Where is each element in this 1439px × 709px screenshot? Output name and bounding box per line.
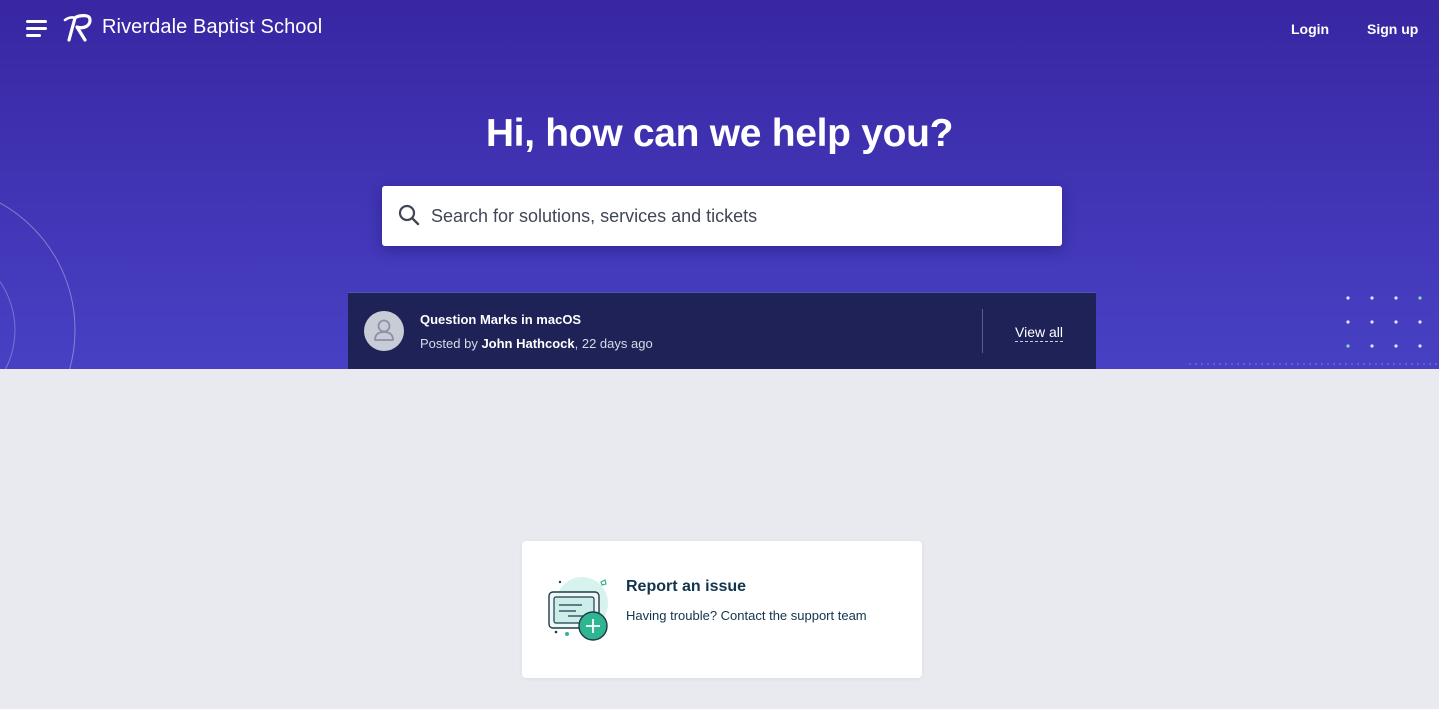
decorative-dot [1418, 344, 1422, 348]
decorative-dot [1346, 344, 1350, 348]
decorative-dot [1375, 363, 1377, 365]
decorative-dot [1267, 363, 1269, 365]
signup-link[interactable]: Sign up [1367, 21, 1418, 37]
decorative-dot [1405, 363, 1407, 365]
decorative-dot [1291, 363, 1293, 365]
search-input[interactable] [431, 186, 1051, 246]
hero-banner: Riverdale Baptist School Login Sign up H… [0, 0, 1439, 369]
decorative-dot [1237, 363, 1239, 365]
decorative-dot [1189, 363, 1191, 365]
login-link[interactable]: Login [1291, 21, 1329, 37]
author-name: John Hathcock [481, 336, 575, 351]
decorative-dot [1370, 296, 1374, 300]
decorative-dot [1393, 363, 1395, 365]
decorative-dot [1346, 320, 1350, 324]
decorative-dot [1399, 363, 1401, 365]
decorative-dot [1309, 363, 1311, 365]
posted-time: , 22 days ago [574, 336, 653, 351]
hamburger-menu-icon[interactable] [26, 20, 50, 38]
decorative-dot [1429, 363, 1431, 365]
divider [982, 309, 983, 353]
view-all-link[interactable]: View all [1015, 324, 1063, 342]
decorative-dot [1333, 363, 1335, 365]
dot-grid [1189, 296, 1437, 365]
decorative-dot [1387, 363, 1389, 365]
decorative-dot [1345, 363, 1347, 365]
decorative-dot [1213, 363, 1215, 365]
decorative-dot [1418, 320, 1422, 324]
riverdale-r-logo-icon[interactable] [63, 14, 93, 42]
brand-name[interactable]: Riverdale Baptist School [102, 16, 322, 39]
decorative-dot [1363, 363, 1365, 365]
decorative-dot [1370, 344, 1374, 348]
ticket-add-icon [548, 577, 608, 641]
decorative-dot [1394, 344, 1398, 348]
search-icon [398, 204, 420, 226]
decorative-dot [1435, 363, 1437, 365]
decorative-dot [1321, 363, 1323, 365]
decorative-dot [1225, 363, 1227, 365]
decorative-dot [1423, 363, 1425, 365]
card-description: Having trouble? Contact the support team [626, 608, 867, 623]
decorative-dot [1339, 363, 1341, 365]
top-navigation: Riverdale Baptist School Login Sign up [0, 0, 1439, 58]
decorative-dot [1231, 363, 1233, 365]
announcement-meta: Posted by John Hathcock, 22 days ago [420, 336, 653, 351]
decorative-dot [1285, 363, 1287, 365]
decorative-dot [1297, 363, 1299, 365]
decorative-dot [1201, 363, 1203, 365]
decorative-dot [1394, 320, 1398, 324]
decorative-dot [1261, 363, 1263, 365]
decorative-dot [1273, 363, 1275, 365]
decorative-dot [1369, 363, 1371, 365]
search-box[interactable] [382, 186, 1062, 246]
decorative-dot [1243, 363, 1245, 365]
decorative-dot [1249, 363, 1251, 365]
decorative-dot [1303, 363, 1305, 365]
decorative-dot [1315, 363, 1317, 365]
announcement-bar: Question Marks in macOS Posted by John H… [348, 292, 1096, 369]
decorative-dot [1370, 320, 1374, 324]
page-headline: Hi, how can we help you? [485, 112, 954, 155]
decorative-dot [1381, 363, 1383, 365]
card-title: Report an issue [626, 578, 747, 595]
decorative-dot [1411, 363, 1413, 365]
user-avatar-icon [364, 311, 404, 351]
decorative-dot [1417, 363, 1419, 365]
decorative-dot [1357, 363, 1359, 365]
decorative-dot [1279, 363, 1281, 365]
decorative-dot [1327, 363, 1329, 365]
decorative-dot [1207, 363, 1209, 365]
decorative-dot [1219, 363, 1221, 365]
decorative-dot [1255, 363, 1257, 365]
posted-by-label: Posted by [420, 336, 482, 351]
decorative-dot [1346, 296, 1350, 300]
decorative-dot [1418, 296, 1422, 300]
decorative-dot [1195, 363, 1197, 365]
decorative-dot [1394, 296, 1398, 300]
decorative-dot [1351, 363, 1353, 365]
announcement-title[interactable]: Question Marks in macOS [420, 312, 581, 327]
report-issue-card[interactable]: Report an issue Having trouble? Contact … [522, 541, 922, 678]
